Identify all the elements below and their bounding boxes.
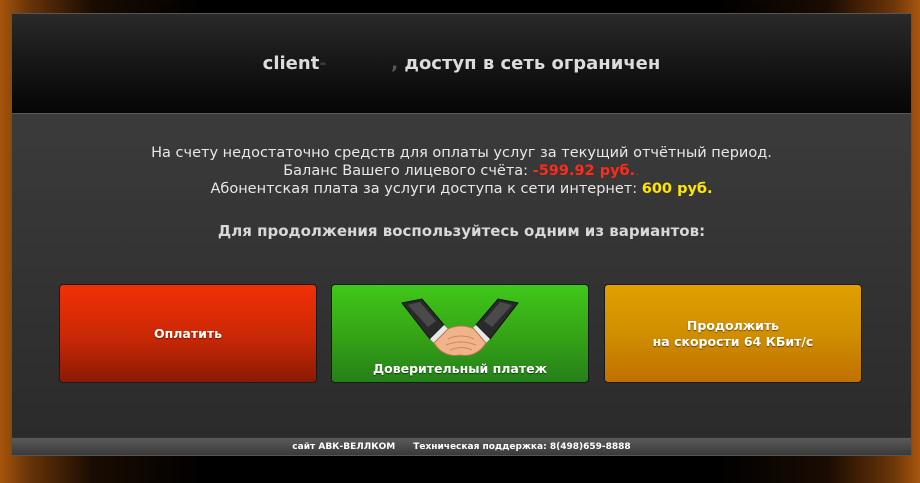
insufficient-funds-message: На счету недостаточно средств для оплаты… [151, 145, 772, 161]
continue-slow-line2: на скорости 64 КБит/с [652, 333, 814, 349]
client-dash: - [319, 53, 327, 74]
continue-slow-line1: Продолжить [686, 317, 780, 333]
footer-site-link[interactable]: сайт АВК-ВЕЛЛКОМ [292, 442, 395, 452]
pay-button-label: Оплатить [153, 326, 222, 341]
fee-line: Абонентская плата за услуги доступа к се… [12, 180, 911, 198]
footer-bar: сайт АВК-ВЕЛЛКОМ Техническая поддержка: … [12, 438, 911, 455]
client-comma: , [391, 53, 399, 74]
main-panel: client - , доступ в сеть ограничен На сч… [11, 13, 912, 456]
header-bar: client - , доступ в сеть ограничен [12, 14, 911, 114]
client-id-masked: - [319, 53, 391, 74]
continue-slow-button[interactable]: Продолжить на скорости 64 КБит/с [604, 284, 862, 383]
balance-value: -599.92 руб. [532, 163, 636, 179]
handshake-icon [401, 298, 519, 356]
trust-payment-button[interactable]: Доверительный платеж [331, 284, 589, 383]
access-status-text: доступ в сеть ограничен [398, 53, 661, 74]
fee-value: 600 руб. [641, 181, 713, 197]
balance-trailing: . [635, 163, 640, 179]
client-prefix: client [262, 53, 320, 74]
pay-button[interactable]: Оплатить [59, 284, 317, 383]
trust-payment-label: Доверительный платеж [372, 361, 548, 376]
footer-support: Техническая поддержка: 8(498)659-8888 [413, 441, 631, 452]
content-area: На счету недостаточно средств для оплаты… [12, 114, 911, 437]
balance-line: Баланс Вашего лицевого счёта: -599.92 ру… [12, 162, 911, 180]
fee-label: Абонентская плата за услуги доступа к се… [210, 181, 642, 197]
balance-label: Баланс Вашего лицевого счёта: [283, 163, 533, 179]
page-title: client - , доступ в сеть ограничен [263, 53, 661, 74]
options-prompt: Для продолжения воспользуйтесь одним из … [217, 222, 706, 240]
